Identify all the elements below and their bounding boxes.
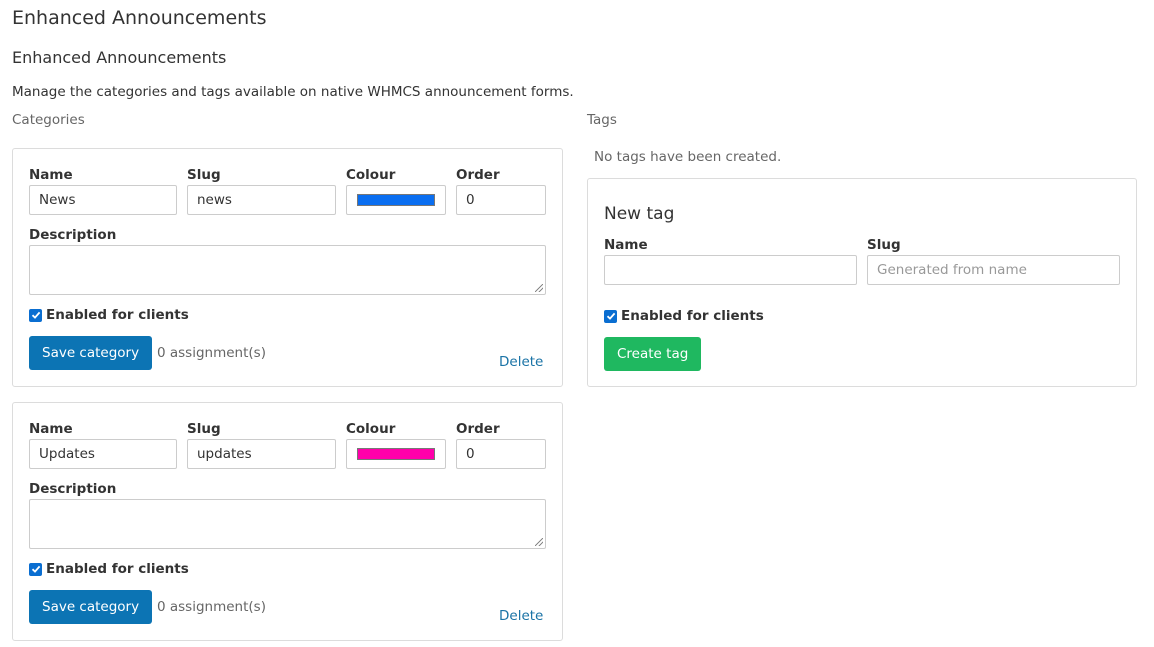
assignment-count: 0 assignment(s) <box>157 345 266 361</box>
slug-label: Slug <box>187 421 221 437</box>
resize-grip-icon[interactable] <box>535 538 543 546</box>
category-order-input[interactable] <box>456 439 546 469</box>
intro-text: Manage the categories and tags available… <box>12 84 574 100</box>
order-label: Order <box>456 167 500 183</box>
tag-enabled-checkbox-row[interactable]: Enabled for clients <box>604 308 764 324</box>
delete-category-link[interactable]: Delete <box>499 607 543 625</box>
enabled-checkbox-row[interactable]: Enabled for clients <box>29 307 189 323</box>
name-label: Name <box>29 167 73 183</box>
resize-grip-icon[interactable] <box>535 284 543 292</box>
description-label: Description <box>29 227 117 243</box>
create-tag-button[interactable]: Create tag <box>604 337 702 371</box>
colour-swatch <box>357 448 435 460</box>
new-tag-title: New tag <box>604 204 675 224</box>
tag-slug-input[interactable] <box>867 255 1120 285</box>
tag-slug-label: Slug <box>867 237 901 253</box>
colour-label: Colour <box>346 167 396 183</box>
category-card: Name Slug Colour Order Description Enabl… <box>12 148 563 387</box>
categories-heading: Categories <box>12 112 85 128</box>
enabled-label: Enabled for clients <box>46 561 189 577</box>
save-category-button[interactable]: Save category <box>29 336 153 370</box>
category-colour-picker[interactable] <box>346 185 446 215</box>
order-label: Order <box>456 421 500 437</box>
category-description-textarea[interactable] <box>29 245 546 295</box>
save-category-button[interactable]: Save category <box>29 590 153 624</box>
checkbox-checked-icon[interactable] <box>29 308 42 322</box>
checkbox-checked-icon[interactable] <box>604 309 617 323</box>
name-label: Name <box>29 421 73 437</box>
category-name-input[interactable] <box>29 439 177 469</box>
new-tag-card: New tag Name Slug Enabled for clients Cr… <box>587 178 1137 387</box>
description-label: Description <box>29 481 117 497</box>
slug-label: Slug <box>187 167 221 183</box>
section-title: Enhanced Announcements <box>12 48 227 67</box>
tag-name-label: Name <box>604 237 648 253</box>
category-description-textarea[interactable] <box>29 499 546 549</box>
assignment-count: 0 assignment(s) <box>157 599 266 615</box>
delete-category-link[interactable]: Delete <box>499 353 543 371</box>
colour-swatch <box>357 194 435 206</box>
category-name-input[interactable] <box>29 185 177 215</box>
enabled-checkbox-row[interactable]: Enabled for clients <box>29 561 189 577</box>
enabled-label: Enabled for clients <box>46 307 189 323</box>
tag-enabled-label: Enabled for clients <box>621 308 764 324</box>
category-colour-picker[interactable] <box>346 439 446 469</box>
tags-heading: Tags <box>587 112 617 128</box>
page-title: Enhanced Announcements <box>12 7 267 29</box>
category-order-input[interactable] <box>456 185 546 215</box>
category-slug-input[interactable] <box>187 439 336 469</box>
checkbox-checked-icon[interactable] <box>29 562 42 576</box>
category-slug-input[interactable] <box>187 185 336 215</box>
no-tags-message: No tags have been created. <box>594 149 782 165</box>
colour-label: Colour <box>346 421 396 437</box>
tag-name-input[interactable] <box>604 255 857 285</box>
category-card: Name Slug Colour Order Description Enabl… <box>12 402 563 641</box>
